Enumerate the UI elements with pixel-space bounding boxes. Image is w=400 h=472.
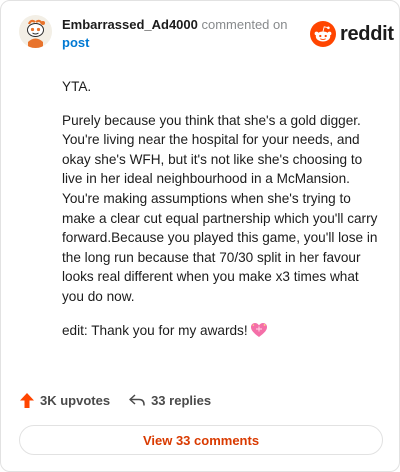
comment-body: YTA. Purely because you think that she's… xyxy=(62,77,380,357)
reddit-wordmark: reddit xyxy=(340,22,394,45)
commented-on-text: commented on xyxy=(201,17,288,32)
reddit-logo[interactable]: reddit xyxy=(310,21,394,47)
upvote-button[interactable]: 3K upvotes xyxy=(19,392,110,409)
snoo-avatar-icon[interactable] xyxy=(19,15,52,48)
reply-count: 33 replies xyxy=(151,392,212,408)
comment-header: Embarrassed_Ad4000 commented on post xyxy=(62,16,302,52)
upvote-arrow-icon xyxy=(20,392,34,408)
comment-paragraph: Purely because you think that she's a go… xyxy=(62,112,378,304)
replies-button[interactable]: 33 replies xyxy=(128,393,211,408)
comment-card: Embarrassed_Ad4000 commented on post red… xyxy=(0,0,400,472)
upvote-count: 3K upvotes xyxy=(40,392,111,408)
reddit-snoo-icon xyxy=(310,21,336,47)
comment-paragraph: YTA. xyxy=(62,79,92,94)
post-link[interactable]: post xyxy=(62,35,89,50)
edit-text: edit: Thank you for my awards! xyxy=(62,322,248,338)
sparkling-heart-icon xyxy=(250,322,268,344)
username-link[interactable]: Embarrassed_Ad4000 xyxy=(62,17,198,32)
comment-paragraph-edit: edit: Thank you for my awards! xyxy=(62,321,380,344)
view-comments-button[interactable]: View 33 comments xyxy=(19,425,383,455)
reply-arrow-icon xyxy=(129,394,145,406)
comment-actions: 3K upvotes 33 replies xyxy=(19,390,211,410)
